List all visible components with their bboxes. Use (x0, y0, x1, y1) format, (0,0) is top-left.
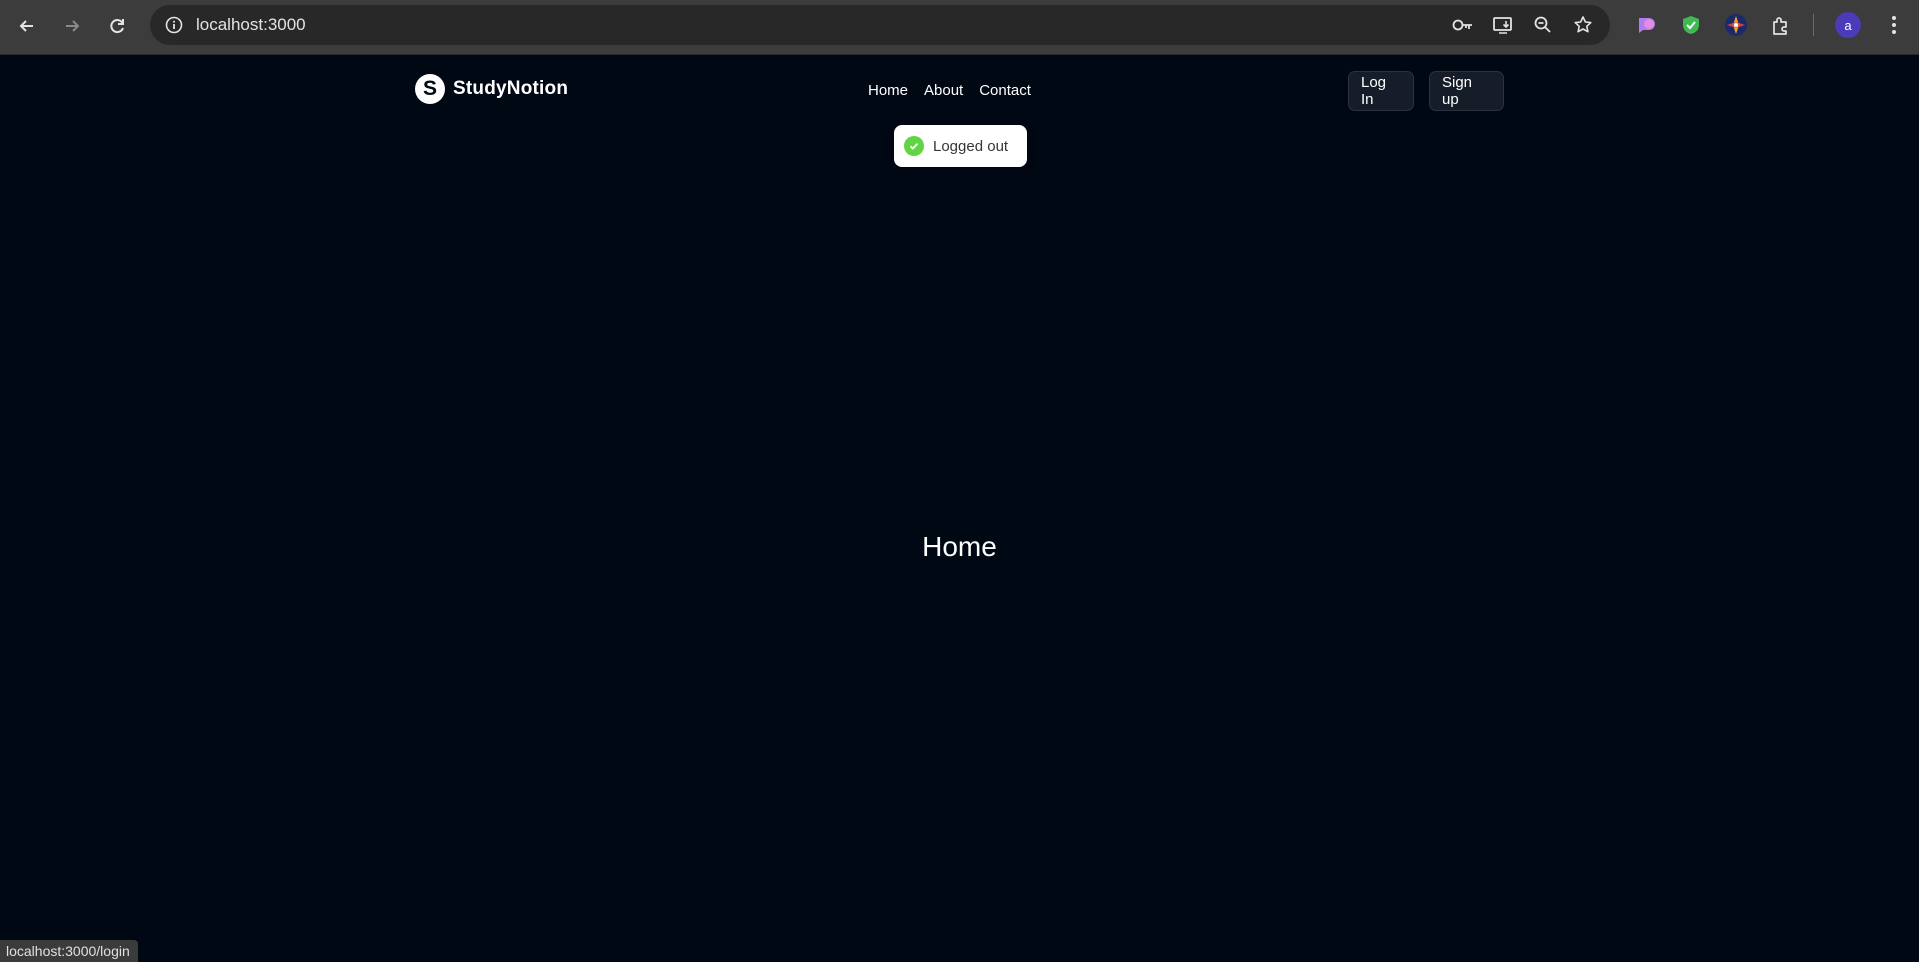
brand-logo[interactable]: S StudyNotion (415, 74, 568, 104)
address-bar[interactable]: localhost:3000 (150, 5, 1610, 45)
success-check-icon (904, 136, 924, 156)
url-text[interactable]: localhost:3000 (196, 15, 306, 35)
brand-name: StudyNotion (453, 78, 569, 99)
install-app-icon[interactable] (1490, 13, 1516, 37)
site-navbar: S StudyNotion Home About Contact Log In … (0, 55, 1919, 125)
compass-extension-icon[interactable] (1722, 11, 1750, 39)
bookmark-star-icon[interactable] (1570, 13, 1596, 37)
shield-extension-icon[interactable] (1677, 11, 1705, 39)
password-key-icon[interactable] (1450, 13, 1476, 37)
nav-link-contact[interactable]: Contact (979, 82, 1031, 99)
info-icon[interactable] (162, 13, 186, 37)
toast-notification: Logged out (894, 125, 1027, 167)
status-bar-url: localhost:3000/login (0, 940, 138, 962)
page-heading: Home (922, 531, 997, 562)
color-extension-icon[interactable] (1632, 11, 1660, 39)
toast-message: Logged out (933, 137, 1009, 155)
login-button[interactable]: Log In (1348, 71, 1414, 111)
nav-links: Home About Contact (868, 82, 1031, 99)
browser-toolbar: localhost:3000 a (0, 0, 1919, 55)
back-icon[interactable] (11, 10, 43, 42)
logo-icon: S (415, 74, 445, 104)
signup-button[interactable]: Sign up (1429, 71, 1504, 111)
menu-icon[interactable] (1882, 12, 1906, 38)
profile-avatar[interactable]: a (1835, 12, 1861, 38)
reload-icon[interactable] (101, 10, 133, 42)
nav-link-about[interactable]: About (924, 82, 963, 99)
toolbar-separator (1813, 14, 1814, 36)
nav-link-home[interactable]: Home (868, 82, 908, 99)
page-content: S StudyNotion Home About Contact Log In … (0, 55, 1919, 962)
zoom-icon[interactable] (1530, 13, 1556, 37)
extension-icon[interactable] (1767, 11, 1795, 39)
forward-icon[interactable] (56, 10, 88, 42)
